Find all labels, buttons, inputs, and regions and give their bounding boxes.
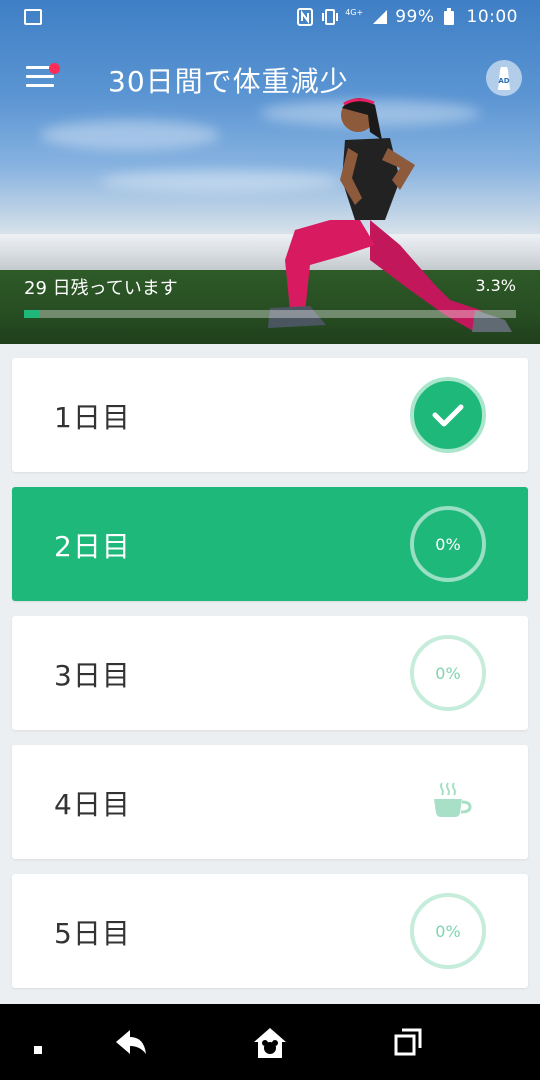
sky-cloud	[40, 120, 220, 150]
day-progress-text: 0%	[435, 663, 461, 683]
day-card-3[interactable]: 3日目 0%	[12, 616, 528, 730]
page-title: 30日間で体重減少	[108, 65, 349, 98]
notification-dot	[49, 63, 60, 74]
signal-icon	[371, 8, 388, 26]
day-label: 2日目	[54, 530, 131, 563]
day-progress-ring: 0%	[410, 893, 486, 969]
day-card-5[interactable]: 5日目 0%	[12, 874, 528, 988]
square-dot-icon[interactable]	[22, 1026, 62, 1060]
network-type-icon: 4G+	[345, 8, 363, 26]
status-bar: 4G+ 99% 10:00	[0, 0, 540, 36]
day-card-2[interactable]: 2日目 0%	[12, 487, 528, 601]
day-card-1[interactable]: 1日目	[12, 358, 528, 472]
battery-icon	[443, 8, 459, 26]
overall-progress-fill	[24, 310, 41, 318]
day-progress-ring: 0%	[410, 635, 486, 711]
menu-bar-line	[26, 75, 54, 78]
vibrate-icon	[321, 8, 339, 26]
day-label: 4日目	[54, 788, 131, 821]
day-label: 1日目	[54, 401, 131, 434]
image-notification-icon	[24, 9, 42, 25]
day-label: 5日目	[54, 917, 131, 950]
athlete-image	[268, 98, 512, 332]
battery-percent: 99%	[395, 7, 435, 27]
progress-percent: 3.3%	[475, 276, 516, 295]
day-progress-ring: 0%	[410, 506, 486, 582]
coffee-cup-icon	[434, 782, 472, 817]
day-card-4[interactable]: 4日目	[12, 745, 528, 859]
day-progress-text: 0%	[435, 534, 461, 554]
day-progress-text: 0%	[435, 921, 461, 941]
ad-label: AD	[498, 77, 509, 85]
day-label: 3日目	[54, 659, 131, 692]
lighthouse-ad-icon: AD	[498, 67, 510, 90]
system-nav-bar	[0, 1004, 540, 1080]
recent-apps-icon[interactable]	[388, 1026, 428, 1060]
ad-button[interactable]: AD	[486, 60, 522, 96]
back-arrow-icon[interactable]	[112, 1026, 152, 1060]
header-banner: 4G+ 99% 10:00 30日間で体重減少 AD 29 日残っています 3.…	[0, 0, 540, 344]
day-complete-badge	[410, 377, 486, 453]
check-icon	[432, 404, 464, 427]
status-time: 10:00	[466, 7, 518, 27]
menu-bar-line	[26, 84, 54, 87]
network-type-label: 4G+	[345, 8, 364, 17]
overall-progress-bar	[24, 310, 516, 318]
days-remaining-text: 29 日残っています	[24, 278, 178, 299]
home-icon[interactable]	[250, 1026, 290, 1060]
nfc-icon	[297, 8, 314, 26]
day-list: 1日目 2日目 0% 3日目 0% 4日目 5日目 0%	[0, 344, 540, 1004]
